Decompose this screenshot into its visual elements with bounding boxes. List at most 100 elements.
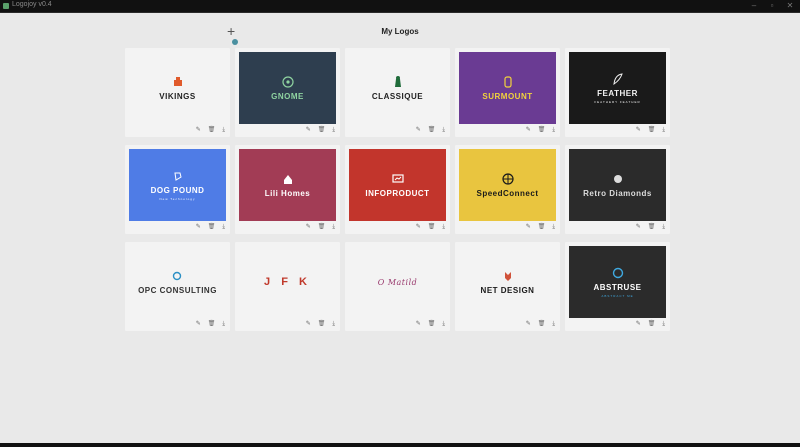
edit-icon[interactable]: ✎ [416,321,421,328]
logo-name: VIKINGS [159,92,196,101]
edit-icon[interactable]: ✎ [416,224,421,231]
edit-icon[interactable]: ✎ [196,127,201,134]
logo-mark-icon [173,77,182,86]
download-icon[interactable]: ⤓ [662,321,665,328]
logo-card[interactable]: O Matild ✎ 🗑 ⤓ [345,242,450,331]
download-icon[interactable]: ⤓ [552,224,555,231]
logo-thumbnail[interactable]: FEATHER FEATHERY FEATHER [569,52,666,124]
download-icon[interactable]: ⤓ [552,321,555,328]
edit-icon[interactable]: ✎ [526,321,531,328]
logo-card[interactable]: ABSTRUSE ABSTRACT ME ✎ 🗑 ⤓ [565,242,670,331]
trash-icon[interactable]: 🗑 [428,321,436,328]
edit-icon[interactable]: ✎ [636,127,641,134]
download-icon[interactable]: ⤓ [332,321,335,328]
edit-icon[interactable]: ✎ [636,224,641,231]
logo-thumbnail[interactable]: SpeedConnect [459,149,556,221]
download-icon[interactable]: ⤓ [662,224,665,231]
trash-icon[interactable]: 🗑 [538,321,546,328]
logo-thumbnail[interactable]: Lili Homes [239,149,336,221]
logo-mark-icon [391,174,404,183]
logo-name: ABSTRUSE [593,283,642,292]
download-icon[interactable]: ⤓ [442,127,445,134]
edit-icon[interactable]: ✎ [196,224,201,231]
maximize-icon[interactable]: ▫ [766,1,778,10]
logo-card[interactable]: FEATHER FEATHERY FEATHER ✎ 🗑 ⤓ [565,48,670,137]
logo-thumbnail[interactable]: INFOPRODUCT [349,149,446,221]
logo-card[interactable]: DOG POUND New Technology ✎ 🗑 ⤓ [125,145,230,234]
app-icon [3,3,9,9]
card-actions: ✎ 🗑 ⤓ [636,224,665,231]
logo-thumbnail[interactable]: SURMOUNT [459,52,556,124]
logo-thumbnail[interactable]: OPC CONSULTING [129,246,226,318]
trash-icon[interactable]: 🗑 [428,224,436,231]
download-icon[interactable]: ⤓ [332,127,335,134]
edit-icon[interactable]: ✎ [196,321,201,328]
edit-icon[interactable]: ✎ [526,127,531,134]
logo-thumbnail[interactable]: DOG POUND New Technology [129,149,226,221]
logo-card[interactable]: SURMOUNT ✎ 🗑 ⤓ [455,48,560,137]
logo-name: J F K [264,276,311,288]
card-actions: ✎ 🗑 ⤓ [526,127,555,134]
trash-icon[interactable]: 🗑 [208,127,216,134]
download-icon[interactable]: ⤓ [222,224,225,231]
minimize-icon[interactable]: – [748,1,760,10]
edit-icon[interactable]: ✎ [636,321,641,328]
logo-card[interactable]: SpeedConnect ✎ 🗑 ⤓ [455,145,560,234]
logo-thumbnail[interactable]: VIKINGS [129,52,226,124]
logo-thumbnail[interactable]: CLASSIQUE [349,52,446,124]
trash-icon[interactable]: 🗑 [428,127,436,134]
logo-card[interactable]: VIKINGS ✎ 🗑 ⤓ [125,48,230,137]
trash-icon[interactable]: 🗑 [648,127,656,134]
logo-card[interactable]: GNOME ✎ 🗑 ⤓ [235,48,340,137]
edit-icon[interactable]: ✎ [306,127,311,134]
logo-thumbnail[interactable]: GNOME [239,52,336,124]
logo-card[interactable]: INFOPRODUCT ✎ 🗑 ⤓ [345,145,450,234]
download-icon[interactable]: ⤓ [222,127,225,134]
logo-mark-icon [612,267,623,279]
logo-card[interactable]: Lili Homes ✎ 🗑 ⤓ [235,145,340,234]
card-actions: ✎ 🗑 ⤓ [636,127,665,134]
logo-card[interactable]: Retro Diamonds ✎ 🗑 ⤓ [565,145,670,234]
logo-name: GNOME [271,92,304,101]
add-logo-icon[interactable]: + [227,24,235,38]
trash-icon[interactable]: 🗑 [208,321,216,328]
trash-icon[interactable]: 🗑 [648,224,656,231]
logo-card[interactable]: NET DESIGN ✎ 🗑 ⤓ [455,242,560,331]
logo-thumbnail[interactable]: O Matild [349,246,446,318]
card-actions: ✎ 🗑 ⤓ [306,224,335,231]
download-icon[interactable]: ⤓ [442,321,445,328]
edit-icon[interactable]: ✎ [526,224,531,231]
logo-name: FEATHER [597,89,638,98]
logo-name: OPC CONSULTING [138,286,217,295]
download-icon[interactable]: ⤓ [222,321,225,328]
edit-icon[interactable]: ✎ [416,127,421,134]
trash-icon[interactable]: 🗑 [318,127,326,134]
logo-mark-icon [612,73,623,86]
download-icon[interactable]: ⤓ [442,224,445,231]
logo-thumbnail[interactable]: J F K [239,246,336,318]
cursor-indicator [232,39,238,45]
close-icon[interactable]: ✕ [784,1,796,10]
card-actions: ✎ 🗑 ⤓ [526,224,555,231]
trash-icon[interactable]: 🗑 [208,224,216,231]
page-title: My Logos [381,27,419,36]
trash-icon[interactable]: 🗑 [648,321,656,328]
trash-icon[interactable]: 🗑 [318,224,326,231]
download-icon[interactable]: ⤓ [552,127,555,134]
download-icon[interactable]: ⤓ [332,224,335,231]
card-actions: ✎ 🗑 ⤓ [196,127,225,134]
logo-thumbnail[interactable]: NET DESIGN [459,246,556,318]
logo-name: INFOPRODUCT [365,189,430,198]
logo-thumbnail[interactable]: Retro Diamonds [569,149,666,221]
download-icon[interactable]: ⤓ [662,127,665,134]
trash-icon[interactable]: 🗑 [538,127,546,134]
logo-name: DOG POUND [150,186,205,195]
edit-icon[interactable]: ✎ [306,321,311,328]
logo-thumbnail[interactable]: ABSTRUSE ABSTRACT ME [569,246,666,318]
trash-icon[interactable]: 🗑 [318,321,326,328]
trash-icon[interactable]: 🗑 [538,224,546,231]
logo-card[interactable]: CLASSIQUE ✎ 🗑 ⤓ [345,48,450,137]
logo-card[interactable]: OPC CONSULTING ✎ 🗑 ⤓ [125,242,230,331]
edit-icon[interactable]: ✎ [306,224,311,231]
logo-card[interactable]: J F K ✎ 🗑 ⤓ [235,242,340,331]
